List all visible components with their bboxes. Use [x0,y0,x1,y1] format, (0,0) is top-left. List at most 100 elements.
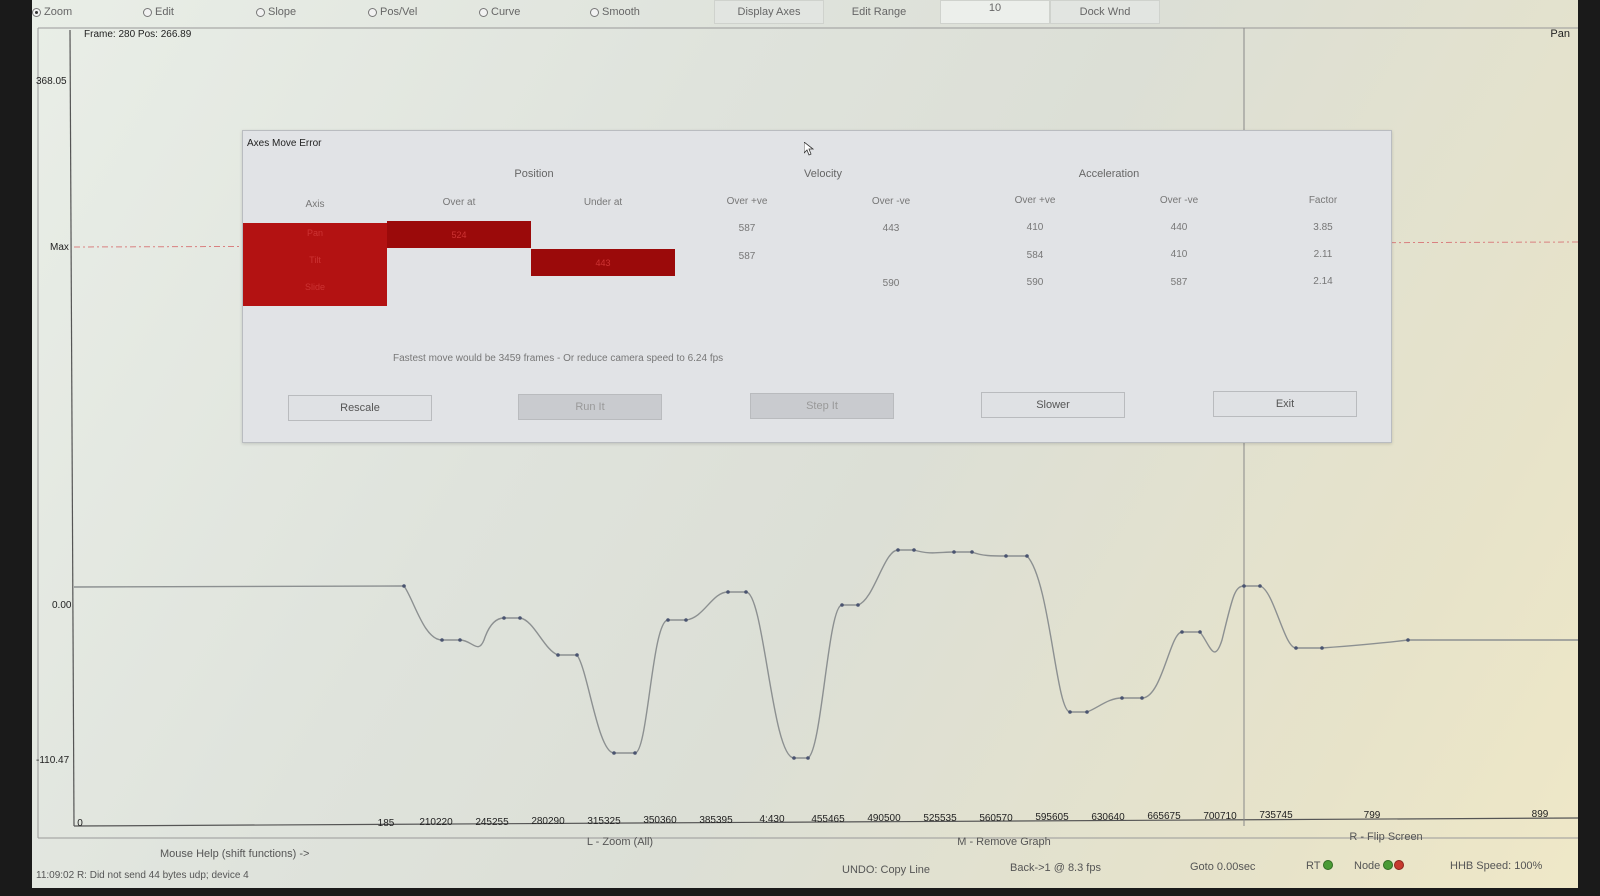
keyframe-point [840,603,844,607]
pan-factor: 3.85 [1313,222,1333,233]
col-vel-over-neg: Over -ve [871,196,911,207]
group-acceleration: Acceleration [1078,168,1140,180]
keyframe-point [518,616,522,620]
speed-label: HHB Speed: 100% [1450,860,1543,872]
pan-over-at-cell: 524 [387,221,531,248]
x-tick-label: 245255 [475,817,509,828]
back-label[interactable]: Back->1 @ 8.3 fps [1010,862,1101,874]
x-tick-label: 185 [377,818,395,829]
col-axis: Axis [305,199,325,210]
rt-status-led-icon [1323,860,1334,870]
keyframe-point [912,548,916,552]
y-axis [69,29,75,827]
y-bottom-label: -110.47 [36,755,70,766]
x-tick-label: 595605 [1035,812,1069,823]
keyframe-point [1198,630,1202,634]
keyframe-point [1180,630,1184,634]
col-over-at: Over at [442,197,476,208]
run-it-button[interactable]: Run It [518,394,662,420]
rescale-button[interactable]: Rescale [288,395,432,421]
col-acc-over-pos: Over +ve [1014,195,1056,206]
x-tick-label: 350360 [643,815,677,826]
keyframe-point [1294,646,1298,650]
pan-vel-neg: 443 [882,223,900,234]
x-tick-label: 490500 [867,813,901,824]
status-log: 11:09:02 R: Did not send 44 bytes udp; d… [36,870,249,881]
group-position: Position [514,168,554,180]
app-screen: Zoom Edit Slope Pos/Vel Curve Smooth Dis… [32,0,1578,888]
keyframe-point [633,751,637,755]
keyframe-point [1140,696,1144,700]
axis-error-column: Pan Tilt Slide [243,223,387,306]
axis-name-tilt: Tilt [309,255,321,265]
keyframe-point [726,590,730,594]
x-help-middle: M - Remove Graph [957,836,1051,848]
keyframe-point [440,638,444,642]
x-tick-label: 315325 [587,816,621,827]
pan-acc-pos: 410 [1026,222,1044,233]
x-help-right: R - Flip Screen [1349,831,1423,843]
keyframe-point [575,653,579,657]
rt-indicator: RT [1306,860,1334,872]
goto-label[interactable]: Goto 0.00sec [1190,861,1255,873]
keyframe-point [684,618,688,622]
keyframe-point [1068,710,1072,714]
tilt-acc-pos: 584 [1026,250,1044,261]
x-tick-label: 560570 [979,813,1013,824]
axis-name-slide: Slide [304,282,326,292]
pan-vel-pos: 587 [738,223,756,234]
tilt-factor: 2.11 [1313,249,1333,260]
y-max-label: Max [50,242,69,253]
keyframe-point [792,756,796,760]
keyframe-point [1320,646,1324,650]
slide-acc-neg: 587 [1170,277,1188,288]
motion-curve [73,549,1578,759]
x-tick-label: 630640 [1091,812,1125,823]
keyframe-point [970,550,974,554]
node-error-led-icon [1394,860,1405,870]
x-tick-label: 799 [1363,810,1381,821]
keyframe-point [806,756,810,760]
undo-label[interactable]: UNDO: Copy Line [842,864,930,876]
node-indicator: Node [1354,860,1405,872]
mouse-pointer-icon [804,142,814,156]
slower-button[interactable]: Slower [981,392,1125,418]
mouse-help-button[interactable]: Mouse Help (shift functions) -> [160,848,309,860]
keyframe-point [856,603,860,607]
x-tick-label: 210220 [419,817,453,828]
keyframe-point [1242,584,1246,588]
keyframe-point [1004,554,1008,558]
x-tick-label: 899 [1531,809,1549,820]
x-tick-label: 280290 [531,816,565,827]
keyframe-point [744,590,748,594]
col-under-at: Under at [583,197,623,208]
exit-button[interactable]: Exit [1213,391,1357,417]
tilt-acc-neg: 410 [1170,249,1188,260]
group-velocity: Velocity [804,168,842,180]
step-it-button[interactable]: Step It [750,393,894,419]
x-tick-label: 735745 [1259,810,1293,821]
dialog-title: Axes Move Error [247,138,322,149]
keyframe-point [1085,710,1089,714]
col-factor: Factor [1308,195,1338,206]
keyframe-point [402,584,406,588]
curve-keyframes [402,548,1410,760]
keyframe-point [1406,638,1410,642]
keyframe-point [458,638,462,642]
x-tick-label: 0 [77,818,83,829]
y-top-label: 368.05 [36,76,67,87]
node-status-led-icon [1383,860,1394,870]
keyframe-point [556,653,560,657]
y-zero-label: 0.00 [52,600,72,611]
keyframe-point [1258,584,1262,588]
keyframe-point [952,550,956,554]
x-tick-label: 4:430 [759,814,785,825]
fastest-move-text: Fastest move would be 3459 frames - Or r… [393,353,724,364]
x-tick-label: 525535 [923,813,957,824]
x-tick-label: 700710 [1203,811,1237,822]
keyframe-point [612,751,616,755]
keyframe-point [666,618,670,622]
keyframe-point [1025,554,1029,558]
slide-acc-pos: 590 [1026,277,1044,288]
col-vel-over-pos: Over +ve [726,196,768,207]
